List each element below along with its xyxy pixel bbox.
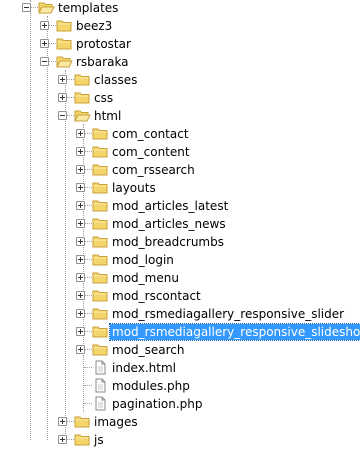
tree-node[interactable]: modules.php <box>0 377 360 395</box>
tree-node-label[interactable]: com_contact <box>110 126 191 142</box>
expand-icon[interactable] <box>40 39 49 48</box>
tree-node[interactable]: js <box>0 431 360 449</box>
tree-node[interactable]: mod_login <box>0 251 360 269</box>
tree-node[interactable]: mod_search <box>0 341 360 359</box>
folder-icon <box>92 288 109 303</box>
tree-node[interactable]: layouts <box>0 179 360 197</box>
tree-node-label[interactable]: classes <box>92 72 139 88</box>
folder-open-icon <box>38 0 55 15</box>
folder-open-icon <box>56 54 73 69</box>
tree-node-label[interactable]: html <box>92 108 123 124</box>
folder-icon <box>92 324 109 339</box>
tree-node[interactable]: mod_rsmediagallery_responsive_slider <box>0 305 360 323</box>
expand-icon[interactable] <box>76 291 85 300</box>
tree-node-label[interactable]: mod_articles_news <box>110 216 228 232</box>
folder-icon <box>92 270 109 285</box>
expand-icon[interactable] <box>76 255 85 264</box>
folder-icon <box>74 414 91 429</box>
tree-node[interactable]: protostar <box>0 35 360 53</box>
tree-node-label[interactable]: beez3 <box>74 18 114 34</box>
folder-open-icon <box>74 108 91 123</box>
file-icon <box>92 378 109 393</box>
tree-node-label[interactable]: mod_search <box>110 342 187 358</box>
tree-node[interactable]: com_content <box>0 143 360 161</box>
tree-node-label[interactable]: images <box>92 414 140 430</box>
tree-node[interactable]: beez3 <box>0 17 360 35</box>
tree-node-label[interactable]: com_content <box>110 144 192 160</box>
expand-icon[interactable] <box>58 93 67 102</box>
tree-node[interactable]: com_rssearch <box>0 161 360 179</box>
folder-icon <box>92 180 109 195</box>
tree-node-label[interactable]: js <box>92 432 106 448</box>
tree-node-label[interactable]: mod_articles_latest <box>110 198 230 214</box>
expand-icon[interactable] <box>76 165 85 174</box>
expand-icon[interactable] <box>76 237 85 246</box>
tree-node[interactable]: mod_articles_news <box>0 215 360 233</box>
folder-icon <box>56 36 73 51</box>
folder-icon <box>92 216 109 231</box>
expand-icon[interactable] <box>40 21 49 30</box>
tree-node[interactable]: templates <box>0 0 360 17</box>
tree-node-label[interactable]: mod_rsmediagallery_responsive_slideshow <box>108 323 360 341</box>
folder-icon <box>92 306 109 321</box>
tree-node-label[interactable]: mod_rscontact <box>110 288 203 304</box>
tree-node[interactable]: html <box>0 107 360 125</box>
folder-icon <box>92 198 109 213</box>
tree-node[interactable]: mod_rsmediagallery_responsive_slideshow <box>0 323 360 341</box>
expand-icon[interactable] <box>76 273 85 282</box>
expand-icon[interactable] <box>76 309 85 318</box>
folder-icon <box>92 234 109 249</box>
expand-icon[interactable] <box>76 129 85 138</box>
tree-node-label[interactable]: mod_menu <box>110 270 181 286</box>
tree-node-label[interactable]: rsbaraka <box>74 54 131 70</box>
tree-node-label[interactable]: mod_login <box>110 252 176 268</box>
folder-icon <box>92 126 109 141</box>
tree-node[interactable]: index.html <box>0 359 360 377</box>
tree-node[interactable]: rsbaraka <box>0 53 360 71</box>
tree-node-label[interactable]: mod_breadcrumbs <box>110 234 226 250</box>
tree-node[interactable]: com_contact <box>0 125 360 143</box>
tree-node-label[interactable]: layouts <box>110 180 158 196</box>
tree-node[interactable]: mod_rscontact <box>0 287 360 305</box>
collapse-icon[interactable] <box>40 57 49 66</box>
tree-node-label[interactable]: protostar <box>74 36 133 52</box>
tree-node[interactable]: mod_menu <box>0 269 360 287</box>
tree-node-label[interactable]: modules.php <box>110 378 192 394</box>
file-icon <box>92 396 109 411</box>
folder-icon <box>92 162 109 177</box>
tree-node-label[interactable]: css <box>92 90 115 106</box>
expand-icon[interactable] <box>58 417 67 426</box>
tree-node[interactable]: css <box>0 89 360 107</box>
tree-node-label[interactable]: templates <box>56 0 120 16</box>
tree-node-label[interactable]: mod_rsmediagallery_responsive_slider <box>110 306 346 322</box>
folder-icon <box>74 72 91 87</box>
expand-icon[interactable] <box>76 327 85 336</box>
tree-node[interactable]: mod_articles_latest <box>0 197 360 215</box>
tree-node[interactable]: classes <box>0 71 360 89</box>
folder-icon <box>74 90 91 105</box>
tree-node-label[interactable]: com_rssearch <box>110 162 197 178</box>
expand-icon[interactable] <box>76 219 85 228</box>
expand-icon[interactable] <box>76 183 85 192</box>
file-icon <box>92 360 109 375</box>
tree-node[interactable]: mod_breadcrumbs <box>0 233 360 251</box>
folder-icon <box>92 144 109 159</box>
folder-tree: templates beez3 protostar rsbaraka classes cs… <box>0 0 360 447</box>
expand-icon[interactable] <box>76 201 85 210</box>
expand-icon[interactable] <box>76 147 85 156</box>
collapse-icon[interactable] <box>22 3 31 12</box>
collapse-icon[interactable] <box>58 111 67 120</box>
expand-icon[interactable] <box>58 75 67 84</box>
tree-node[interactable]: images <box>0 413 360 431</box>
expand-icon[interactable] <box>76 345 85 354</box>
folder-icon <box>92 342 109 357</box>
folder-icon <box>92 252 109 267</box>
tree-node-label[interactable]: index.html <box>110 360 178 376</box>
folder-icon <box>56 18 73 33</box>
tree-node[interactable]: pagination.php <box>0 395 360 413</box>
tree-node-label[interactable]: pagination.php <box>110 396 205 412</box>
